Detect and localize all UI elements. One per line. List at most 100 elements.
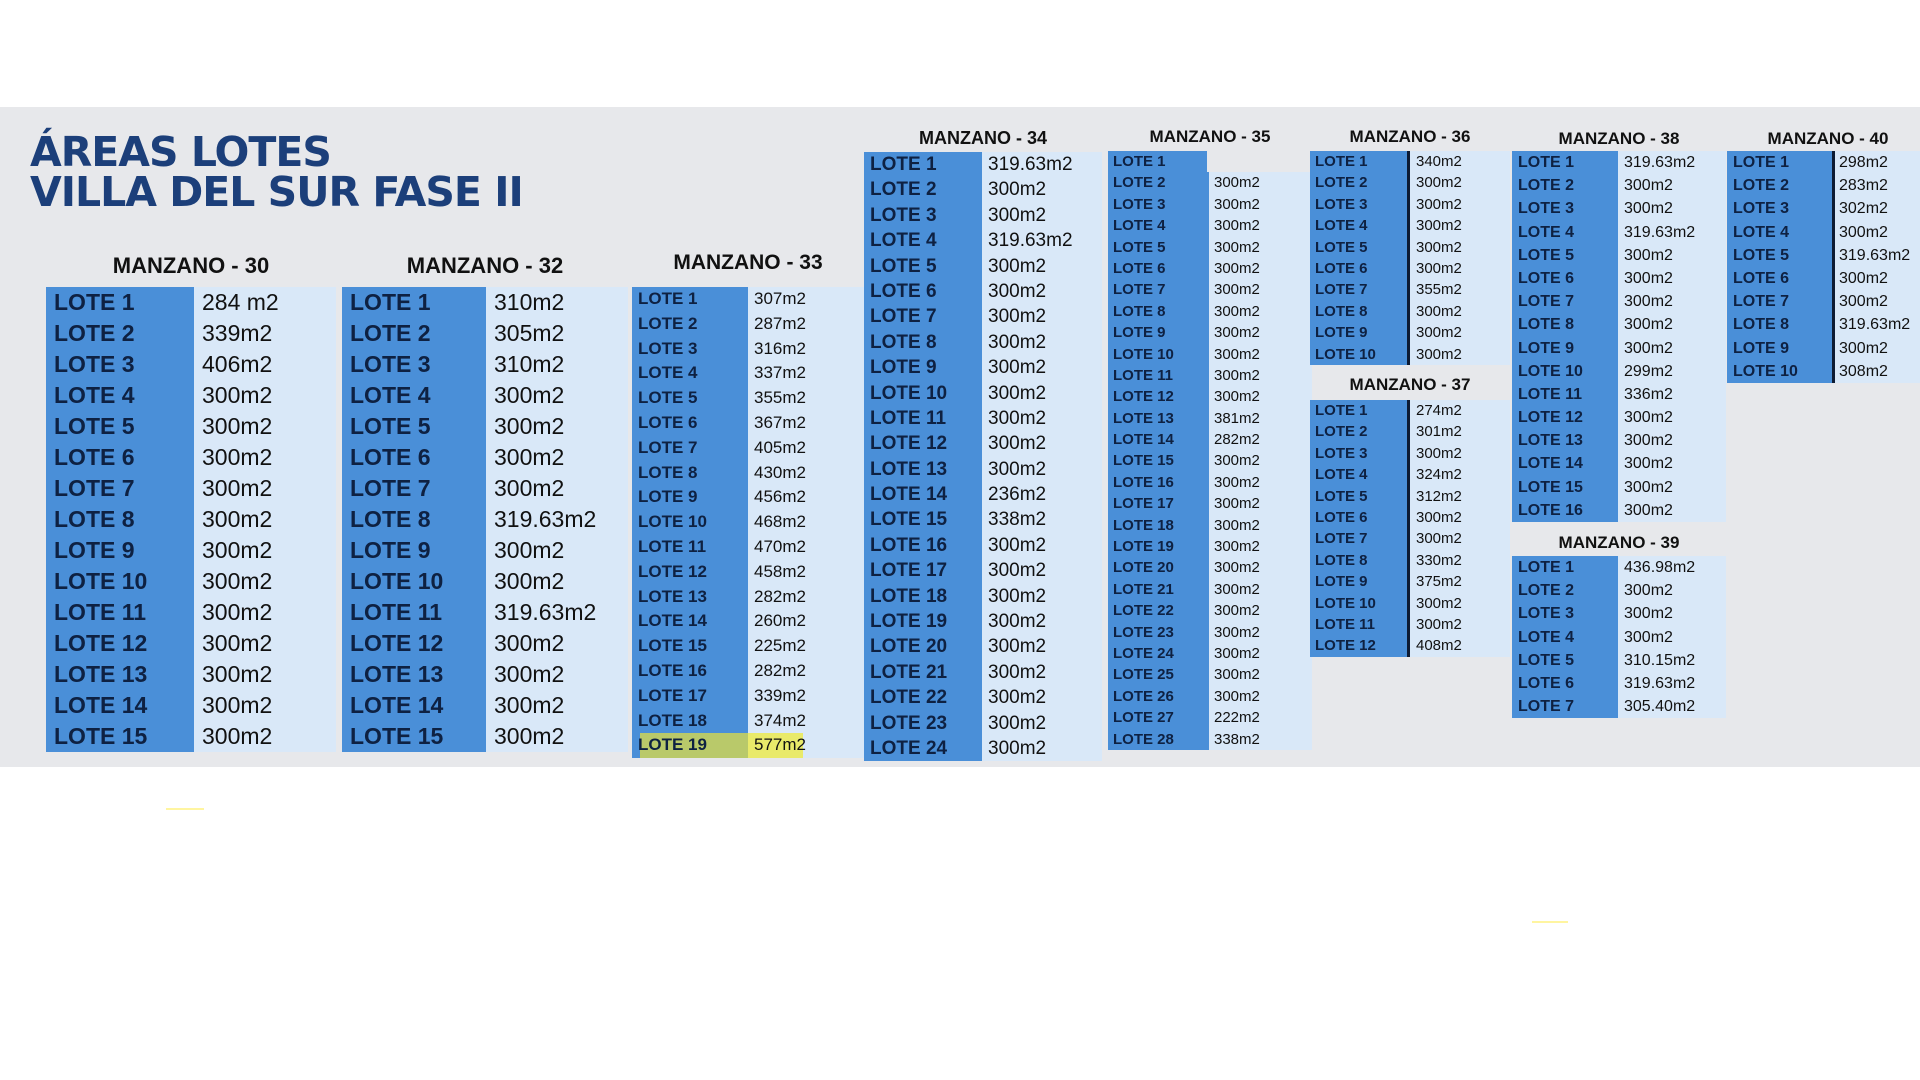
lote-label: LOTE 15	[632, 634, 748, 659]
lote-label: LOTE 12	[342, 628, 486, 659]
lote-area: 307m2	[748, 287, 864, 312]
lote-row: LOTE 8 319.63m2	[1727, 313, 1920, 337]
lote-label: LOTE 1	[1512, 151, 1618, 175]
lote-row: LOTE 14 300m2	[342, 690, 628, 721]
lote-area: 300m2	[1209, 600, 1312, 622]
lote-area: 300m2	[194, 411, 336, 442]
lote-row: LOTE 2 300m2	[1108, 172, 1312, 194]
lote-row: LOTE 10 308m2	[1727, 359, 1920, 383]
lote-row: LOTE 8 300m2	[1310, 300, 1510, 323]
lote-row: LOTE 1	[1108, 151, 1312, 173]
lote-area: 300m2	[1209, 493, 1312, 515]
lote-label: LOTE 15	[1108, 450, 1209, 472]
lote-area: 300m2	[486, 628, 628, 659]
lote-label: LOTE 9	[1512, 336, 1618, 360]
lote-area: 319.63m2	[1618, 220, 1726, 244]
lote-area: 300m2	[1618, 266, 1726, 291]
lote-area: 300m2	[1209, 193, 1312, 216]
lote-area: 300m2	[486, 535, 628, 566]
title-line-1: ÁREAS LOTES	[30, 128, 332, 176]
manzano-title: MANZANO - 35	[1149, 127, 1271, 146]
lote-row: LOTE 15 300m2	[46, 721, 336, 752]
lote-label: LOTE 19	[632, 733, 748, 759]
lote-label: LOTE 6	[342, 442, 486, 473]
lote-row: LOTE 10 300m2	[864, 380, 1102, 406]
lote-row: LOTE 10 300m2	[342, 566, 628, 597]
lote-row: LOTE 7 300m2	[1310, 528, 1510, 550]
lote-row: LOTE 6 300m2	[342, 442, 628, 473]
lote-area: 300m2	[486, 690, 628, 721]
lote-label: LOTE 12	[1512, 406, 1618, 430]
lote-row: LOTE 7 355m2	[1310, 279, 1510, 301]
lote-list: LOTE 1 298m2 LOTE 2 283m2 LOTE 3 302m2 LOTE 43…	[1727, 151, 1920, 383]
lote-row: LOTE 17 300m2	[1108, 493, 1312, 515]
lote-label: LOTE 15	[1512, 475, 1618, 499]
lote-row: LOTE 19 577m2	[632, 733, 864, 759]
lote-row: LOTE 15 300m2	[342, 721, 628, 752]
lote-row: LOTE 2 339m2	[46, 318, 336, 349]
lote-label: LOTE 7	[1727, 290, 1835, 314]
lote-label: LOTE 10	[1310, 343, 1410, 365]
lote-row: LOTE 28 338m2	[1108, 728, 1312, 750]
lote-row: LOTE 4 319.63m2	[864, 228, 1102, 254]
lote-row: LOTE 18 300m2	[864, 583, 1102, 610]
lote-row: LOTE 13 300m2	[1512, 429, 1726, 453]
lote-label: LOTE 18	[632, 708, 748, 734]
lote-row: LOTE 4 324m2	[1310, 464, 1510, 486]
lote-area: 324m2	[1410, 464, 1510, 486]
lote-label: LOTE 9	[1108, 322, 1209, 344]
lote-list: LOTE 1 LOTE 2 300m2 LOTE 3 300m2 LOTE 4 300m2 L…	[1108, 151, 1312, 750]
lote-label: LOTE 3	[632, 336, 748, 362]
lote-row: LOTE 9 300m2	[1310, 322, 1510, 344]
lote-label: LOTE 11	[342, 597, 486, 628]
lote-label: LOTE 14	[864, 482, 982, 508]
lote-row: LOTE 11 300m2	[1310, 613, 1510, 636]
lote-list: LOTE 1 284 m2 LOTE 2 339m2 LOTE 3 406m2 LOTE 4…	[46, 287, 336, 752]
lote-list: LOTE 1 274m2 LOTE 2 301m2 LOTE 3 300m2 LOTE 43…	[1310, 400, 1510, 657]
lote-label: LOTE 6	[1310, 257, 1410, 280]
lote-row: LOTE 10 468m2	[632, 510, 864, 535]
lote-row: LOTE 6 319.63m2	[1512, 671, 1726, 696]
lote-label: LOTE 2	[1310, 172, 1410, 194]
lote-label: LOTE 8	[1512, 313, 1618, 337]
lote-label: LOTE 9	[1727, 336, 1835, 360]
lote-area: 330m2	[1410, 549, 1510, 572]
lote-area: 300m2	[194, 690, 336, 721]
lote-area: 316m2	[748, 336, 864, 362]
lote-area: 300m2	[1209, 343, 1312, 365]
lote-row: LOTE 12 300m2	[864, 431, 1102, 457]
lote-row: LOTE 10 299m2	[1512, 359, 1726, 383]
lote-label: LOTE 9	[632, 485, 748, 511]
lote-row: LOTE 27 222m2	[1108, 707, 1312, 729]
lote-label: LOTE 3	[1727, 197, 1835, 221]
lote-area: 300m2	[1835, 290, 1920, 314]
lote-row: LOTE 5 355m2	[632, 386, 864, 411]
lote-label: LOTE 9	[342, 535, 486, 566]
lote-label: LOTE 15	[342, 721, 486, 752]
lote-area: 300m2	[1209, 257, 1312, 280]
lote-row: LOTE 16 282m2	[632, 658, 864, 684]
lote-area: 300m2	[1618, 498, 1726, 522]
lote-area: 300m2	[1209, 172, 1312, 194]
lote-label: LOTE 17	[864, 558, 982, 584]
lote-label: LOTE 10	[632, 510, 748, 535]
lote-area: 300m2	[1618, 579, 1726, 603]
lote-row: LOTE 14 300m2	[46, 690, 336, 721]
lote-area: 300m2	[1209, 578, 1312, 601]
lote-area: 340m2	[1410, 151, 1510, 173]
lote-row: LOTE 16 300m2	[1512, 498, 1726, 522]
lote-area: 287m2	[748, 311, 864, 337]
lote-area: 300m2	[1410, 613, 1510, 636]
lote-area: 319.63m2	[1618, 151, 1726, 175]
lote-area: 300m2	[486, 380, 628, 411]
lote-label: LOTE 4	[1512, 625, 1618, 649]
lote-row: LOTE 13 282m2	[632, 584, 864, 610]
lote-row: LOTE 16 300m2	[1108, 471, 1312, 494]
manzano-title: MANZANO - 30	[112, 253, 270, 278]
manzano-title: MANZANO - 34	[918, 128, 1047, 148]
lote-area: 305m2	[486, 318, 628, 349]
lote-label: LOTE 3	[1310, 442, 1410, 465]
lote-area: 300m2	[982, 735, 1102, 762]
lote-label: LOTE 24	[1108, 642, 1209, 665]
lote-label: LOTE 28	[1108, 728, 1209, 750]
